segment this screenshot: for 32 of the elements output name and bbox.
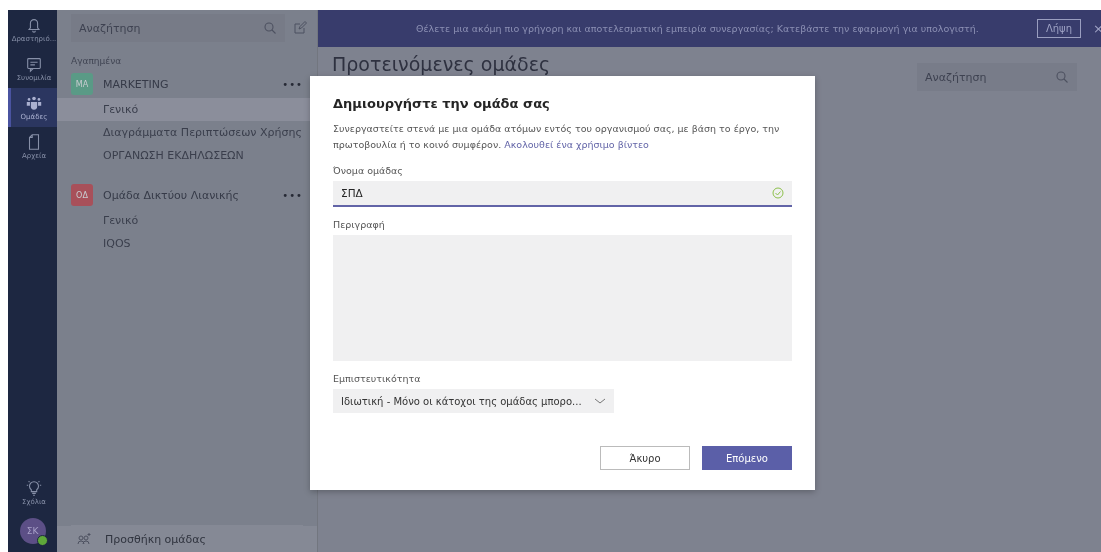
section-label: Αγαπημένα bbox=[70, 55, 123, 68]
video-link[interactable]: Ακολουθεί ένα χρήσιμο βίντεο bbox=[504, 139, 649, 150]
field-label: Όνομα ομάδας bbox=[333, 165, 404, 176]
search-icon bbox=[263, 21, 277, 35]
more-options[interactable]: ••• bbox=[282, 189, 303, 201]
search-field[interactable]: Αναζήτηση bbox=[71, 14, 285, 42]
banner-text: Θέλετε μια ακόμη πιο γρήγορη και αποτελεσματική εμπειρία συνεργασίας; Κατεβάστε την εφαρμογή για υπολογιστή. bbox=[415, 23, 980, 34]
dialog-description: Συνεργαστείτε στενά με μια ομάδα ατόμων εντός του οργανισμού σας, με βάση το έργο, την πρωτοβουλία ή το κοινό συμφέρον. Ακολουθεί ένα χρήσιμο βίντεο bbox=[333, 122, 781, 152]
team-name-field[interactable]: ΣΠΔ bbox=[333, 181, 792, 207]
people-add-icon bbox=[77, 532, 91, 546]
user-avatar[interactable]: ΣΚ bbox=[19, 518, 46, 544]
team-name[interactable]: MARKETING bbox=[103, 77, 273, 91]
bell-icon bbox=[25, 16, 43, 34]
compose-icon[interactable] bbox=[293, 21, 307, 35]
more-options[interactable]: ••• bbox=[282, 78, 303, 90]
add-team-button[interactable]: Προσθήκη ομάδας bbox=[57, 526, 317, 552]
team-name[interactable]: Ομάδα Δικτύου Λιανικής bbox=[103, 188, 273, 202]
page-heading: Προτεινόμενες ομάδες bbox=[332, 53, 551, 75]
cancel-button[interactable]: Άκυρο bbox=[600, 446, 690, 470]
team-avatar: ΟΔ bbox=[71, 184, 93, 206]
people-icon bbox=[25, 94, 43, 112]
field-label: Περιγραφή bbox=[333, 219, 386, 230]
download-button[interactable]: Λήψη bbox=[1036, 19, 1081, 38]
lightbulb-icon bbox=[25, 479, 43, 497]
chat-icon bbox=[25, 55, 43, 73]
search-icon bbox=[1055, 70, 1069, 84]
team-avatar: MA bbox=[71, 73, 93, 95]
search-field[interactable]: Αναζήτηση bbox=[917, 63, 1077, 91]
dialog-title: Δημιουργήστε την ομάδα σας bbox=[333, 96, 551, 111]
field-label: Εμπιστευτικότητα bbox=[333, 373, 422, 384]
privacy-dropdown[interactable]: Ιδιωτική - Μόνο οι κάτοχοι της ομάδας μπορο... bbox=[333, 389, 614, 413]
next-button[interactable]: Επόμενο bbox=[702, 446, 792, 470]
